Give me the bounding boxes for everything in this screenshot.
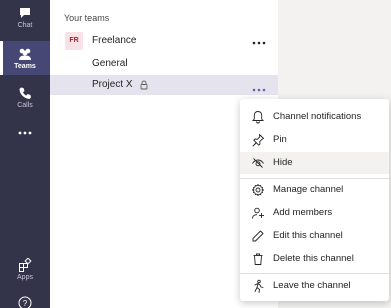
gear-icon: [252, 184, 264, 196]
app-rail: Chat Teams Calls Apps ?: [0, 0, 50, 308]
menu-item-channel-notifications[interactable]: Channel notifications: [240, 106, 389, 128]
rail-item-chat[interactable]: Chat: [0, 6, 50, 36]
menu-item-label: Delete this channel: [273, 253, 354, 264]
rail-label-apps: Apps: [17, 274, 33, 281]
menu-item-pin[interactable]: Pin: [240, 129, 389, 151]
rail-item-teams[interactable]: Teams: [0, 41, 50, 75]
rail-item-more[interactable]: [0, 130, 50, 146]
channel-more-options-icon[interactable]: [252, 83, 266, 93]
menu-item-label: Pin: [273, 134, 287, 145]
channel-context-menu: Channel notifications Pin Hide Manage ch…: [240, 99, 389, 301]
lock-icon: [140, 80, 148, 90]
menu-item-label: Hide: [273, 157, 293, 168]
menu-item-manage-channel[interactable]: Manage channel: [240, 179, 389, 201]
help-icon: ?: [18, 296, 32, 308]
menu-item-leave-channel[interactable]: Leave the channel: [240, 275, 389, 297]
rail-label-teams: Teams: [14, 63, 36, 70]
leave-icon: [254, 279, 264, 293]
more-apps-icon: [18, 131, 32, 135]
team-more-options-icon[interactable]: [252, 36, 266, 46]
teams-icon: [19, 48, 31, 60]
pencil-icon: [252, 230, 264, 242]
svg-text:?: ?: [23, 299, 28, 308]
section-title: Your teams: [64, 13, 110, 23]
bell-icon: [252, 111, 264, 124]
channel-item-general[interactable]: General: [50, 54, 278, 74]
menu-item-hide[interactable]: Hide: [240, 152, 389, 174]
menu-item-add-members[interactable]: Add members: [240, 202, 389, 224]
rail-label-chat: Chat: [17, 22, 33, 29]
add-person-icon: [252, 207, 264, 219]
calls-icon: [19, 87, 31, 99]
trash-icon: [253, 253, 263, 265]
channel-name: Project X: [92, 79, 133, 90]
menu-item-delete-channel[interactable]: Delete this channel: [240, 248, 389, 270]
rail-item-help[interactable]: ?: [0, 296, 50, 308]
apps-icon: [19, 258, 32, 272]
menu-item-label: Manage channel: [273, 184, 344, 195]
chat-icon: [20, 8, 30, 18]
hide-icon: [252, 158, 264, 168]
team-avatar: FR: [65, 32, 83, 50]
team-row-freelance[interactable]: FR Freelance: [50, 31, 278, 53]
menu-item-label: Channel notifications: [273, 111, 362, 122]
channel-item-project-x[interactable]: Project X: [50, 75, 278, 95]
menu-item-edit-channel[interactable]: Edit this channel: [240, 225, 389, 247]
channel-name: General: [92, 58, 128, 69]
menu-item-label: Leave the channel: [273, 280, 351, 291]
rail-label-calls: Calls: [17, 102, 33, 109]
menu-item-label: Add members: [273, 207, 333, 218]
menu-item-label: Edit this channel: [273, 230, 343, 241]
team-name: Freelance: [92, 35, 137, 46]
rail-item-apps[interactable]: Apps: [0, 258, 50, 286]
pin-icon: [252, 134, 264, 147]
menu-divider: [240, 273, 389, 274]
rail-item-calls[interactable]: Calls: [0, 86, 50, 116]
